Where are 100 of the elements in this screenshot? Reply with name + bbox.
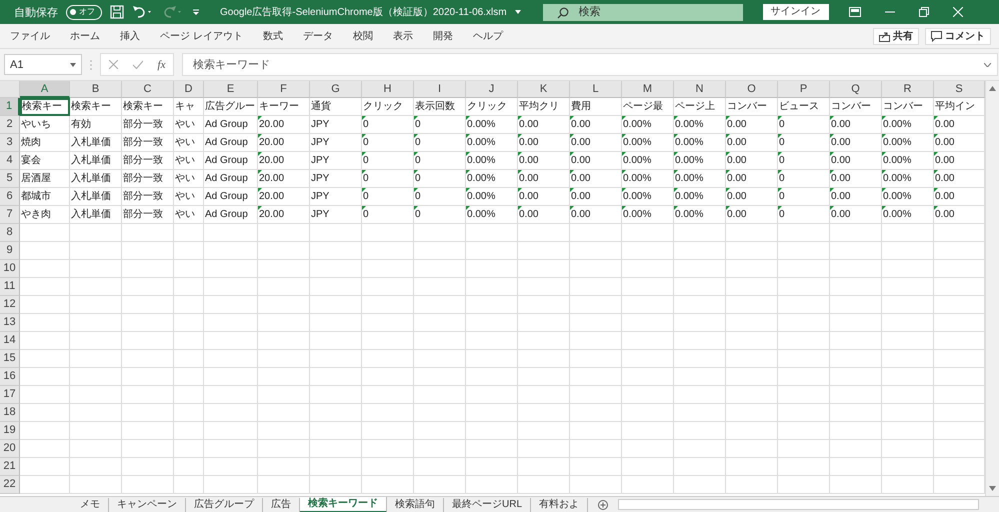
- row-header[interactable]: 13: [0, 314, 20, 332]
- table-cell-text: 0: [779, 118, 785, 132]
- table-cell-text: 0.00: [935, 208, 954, 222]
- table-cell-text: 0: [779, 136, 785, 150]
- table-cell-text: 0.00%: [623, 136, 652, 150]
- sheet-tab[interactable]: メモ: [72, 498, 109, 512]
- table-cell-text: 0.00%: [883, 136, 912, 150]
- table-cell-text: やい: [175, 154, 195, 168]
- table-cell-text: 0.00: [727, 190, 746, 204]
- row-header[interactable]: 1: [0, 98, 20, 116]
- table-cell-text: 0.00: [519, 208, 538, 222]
- ribbon-tab[interactable]: ファイル: [10, 29, 50, 43]
- table-cell-text: 0: [415, 190, 421, 204]
- table-cell-text: 0.00%: [467, 208, 496, 222]
- ribbon-tab[interactable]: 表示: [392, 29, 413, 43]
- table-cell-text: やい: [175, 208, 195, 222]
- row-header[interactable]: 5: [0, 170, 20, 188]
- table-cell-text: 0.00: [727, 118, 746, 132]
- row-header[interactable]: 6: [0, 188, 20, 206]
- column-header[interactable]: O: [726, 81, 778, 98]
- column-header[interactable]: P: [778, 81, 830, 98]
- table-cell-text: やい: [175, 136, 195, 150]
- table-cell-text: 部分一致: [123, 172, 163, 186]
- row-header[interactable]: 10: [0, 260, 20, 278]
- sheet-tab[interactable]: 有料およ: [531, 498, 588, 512]
- row-header[interactable]: 9: [0, 242, 20, 260]
- column-header[interactable]: F: [258, 81, 310, 98]
- table-cell-text: 0.00%: [467, 172, 496, 186]
- table-cell-text: 20.00: [259, 208, 284, 222]
- column-header[interactable]: J: [466, 81, 518, 98]
- row-header[interactable]: 12: [0, 296, 20, 314]
- row-header[interactable]: 7: [0, 206, 20, 224]
- table-cell-text: 0.00%: [467, 154, 496, 168]
- ribbon-tab[interactable]: 数式: [262, 29, 283, 43]
- share-button[interactable]: 共有: [873, 28, 919, 44]
- column-header[interactable]: L: [570, 81, 622, 98]
- insert-function-button[interactable]: fx: [158, 58, 166, 70]
- column-header[interactable]: R: [882, 81, 934, 98]
- ribbon-tab[interactable]: ページ レイアウト: [160, 29, 243, 43]
- column-header[interactable]: B: [70, 81, 122, 98]
- table-cell-text: 0.00%: [883, 208, 912, 222]
- ribbon-tab[interactable]: ヘルプ: [472, 29, 503, 43]
- row-header[interactable]: 19: [0, 422, 20, 440]
- row-header[interactable]: 3: [0, 134, 20, 152]
- table-cell-text: 0.00%: [675, 190, 704, 204]
- column-header[interactable]: S: [934, 81, 985, 98]
- column-header[interactable]: M: [622, 81, 674, 98]
- formula-field[interactable]: 検索キーワード: [182, 53, 998, 76]
- column-header[interactable]: H: [362, 81, 414, 98]
- comment-button[interactable]: コメント: [925, 28, 991, 44]
- table-cell-text: 0.00: [935, 190, 954, 204]
- sign-in-button[interactable]: サインイン: [762, 4, 829, 20]
- sheet-tab[interactable]: 広告グループ: [186, 498, 263, 512]
- name-box[interactable]: A1: [4, 54, 82, 75]
- table-cell-text: 平均クリ: [519, 100, 559, 114]
- autosave-toggle[interactable]: オフ: [66, 4, 102, 20]
- table-cell-text: ページ最: [623, 100, 663, 114]
- row-header[interactable]: 22: [0, 476, 20, 494]
- row-header[interactable]: 17: [0, 386, 20, 404]
- table-cell-text: JPY: [311, 118, 330, 132]
- column-header[interactable]: D: [174, 81, 204, 98]
- ribbon-tab[interactable]: データ: [302, 29, 333, 43]
- row-header[interactable]: 8: [0, 224, 20, 242]
- table-cell-text: 部分一致: [123, 208, 163, 222]
- column-header[interactable]: K: [518, 81, 570, 98]
- ribbon-tab[interactable]: ホーム: [70, 29, 100, 43]
- column-header[interactable]: I: [414, 81, 466, 98]
- sheet-tab[interactable]: 最終ページURL: [444, 498, 532, 512]
- table-cell-text: JPY: [311, 190, 330, 204]
- table-cell-text: やい: [175, 118, 195, 132]
- column-header[interactable]: Q: [830, 81, 882, 98]
- search-field[interactable]: 検索: [542, 4, 743, 20]
- row-header[interactable]: 2: [0, 116, 20, 134]
- column-header[interactable]: C: [122, 81, 174, 98]
- table-cell-text: 部分一致: [123, 118, 163, 132]
- row-header[interactable]: 18: [0, 404, 20, 422]
- ribbon-tab[interactable]: 開発: [432, 29, 453, 43]
- ribbon-tab[interactable]: 校閲: [352, 29, 373, 43]
- sheet-tab[interactable]: 検索キーワード: [300, 497, 387, 512]
- ribbon-tab[interactable]: 挿入: [120, 29, 140, 43]
- table-cell-text: 入札単価: [71, 172, 111, 186]
- table-cell-text: コンバー: [883, 100, 923, 114]
- column-header[interactable]: E: [204, 81, 258, 98]
- column-header[interactable]: G: [310, 81, 362, 98]
- row-header[interactable]: 4: [0, 152, 20, 170]
- table-cell-text: 部分一致: [123, 154, 163, 168]
- table-cell-text: 0.00: [519, 172, 538, 186]
- sheet-tab[interactable]: 検索語句: [387, 498, 444, 512]
- column-header[interactable]: N: [674, 81, 726, 98]
- table-cell-text: 0.00: [831, 208, 850, 222]
- row-header[interactable]: 14: [0, 332, 20, 350]
- active-cell-border[interactable]: 検索キー: [20, 98, 70, 116]
- row-header[interactable]: 15: [0, 350, 20, 368]
- sheet-tab[interactable]: キャンペーン: [109, 498, 186, 512]
- row-header[interactable]: 20: [0, 440, 20, 458]
- row-header[interactable]: 16: [0, 368, 20, 386]
- row-header[interactable]: 11: [0, 278, 20, 296]
- table-cell-text: 0.00: [571, 154, 590, 168]
- row-header[interactable]: 21: [0, 458, 20, 476]
- column-header[interactable]: A: [20, 81, 70, 98]
